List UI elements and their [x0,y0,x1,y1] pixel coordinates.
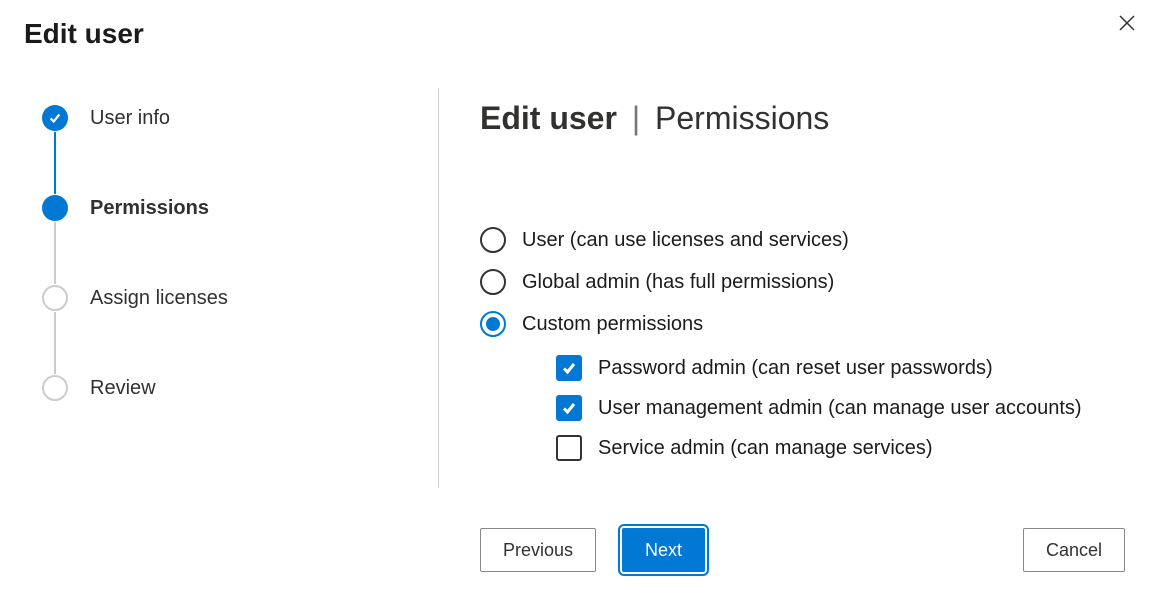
step-connector [54,312,56,374]
custom-permissions-list: Password admin (can reset user passwords… [556,355,1131,461]
close-icon [1119,15,1135,34]
current-step-icon [42,195,68,221]
checkbox-icon [556,435,582,461]
upcoming-step-icon [42,375,68,401]
checkbox-password-admin[interactable]: Password admin (can reset user passwords… [556,355,1131,381]
step-connector [54,132,56,194]
radio-custom-permissions[interactable]: Custom permissions [480,311,1131,337]
step-label: Review [90,377,156,400]
page-heading: Edit user | Permissions [480,100,1131,137]
checkbox-icon [556,355,582,381]
wizard-stepper: User info Permissions Assign licenses Re… [42,104,382,402]
step-label: Assign licenses [90,287,228,310]
radio-label: Custom permissions [522,313,703,336]
radio-user[interactable]: User (can use licenses and services) [480,227,1131,253]
vertical-divider [438,88,439,488]
cancel-button[interactable]: Cancel [1023,528,1125,572]
checkbox-label: Password admin (can reset user passwords… [598,357,993,380]
step-label: User info [90,107,170,130]
checkbox-service-admin[interactable]: Service admin (can manage services) [556,435,1131,461]
radio-global-admin[interactable]: Global admin (has full permissions) [480,269,1131,295]
step-label: Permissions [90,197,209,220]
radio-label: User (can use licenses and services) [522,229,849,252]
previous-button[interactable]: Previous [480,528,596,572]
role-radio-group: User (can use licenses and services) Glo… [480,227,1131,461]
page-heading-section: Permissions [655,100,829,136]
step-user-info[interactable]: User info [42,104,382,132]
dialog-title: Edit user [24,18,144,50]
main-pane: Edit user | Permissions User (can use li… [480,100,1131,461]
page-heading-separator: | [632,100,640,136]
next-button[interactable]: Next [622,528,705,572]
close-button[interactable] [1111,8,1143,40]
wizard-footer: Previous Next Cancel [480,528,1125,572]
radio-icon [480,227,506,253]
radio-icon [480,269,506,295]
checkbox-label: User management admin (can manage user a… [598,397,1082,420]
check-circle-icon [42,105,68,131]
page-heading-context: Edit user [480,100,617,136]
radio-icon [480,311,506,337]
step-review[interactable]: Review [42,374,382,402]
step-permissions[interactable]: Permissions [42,194,382,222]
upcoming-step-icon [42,285,68,311]
radio-label: Global admin (has full permissions) [522,271,834,294]
checkbox-icon [556,395,582,421]
checkbox-label: Service admin (can manage services) [598,437,933,460]
step-connector [54,222,56,284]
checkbox-user-management-admin[interactable]: User management admin (can manage user a… [556,395,1131,421]
step-assign-licenses[interactable]: Assign licenses [42,284,382,312]
